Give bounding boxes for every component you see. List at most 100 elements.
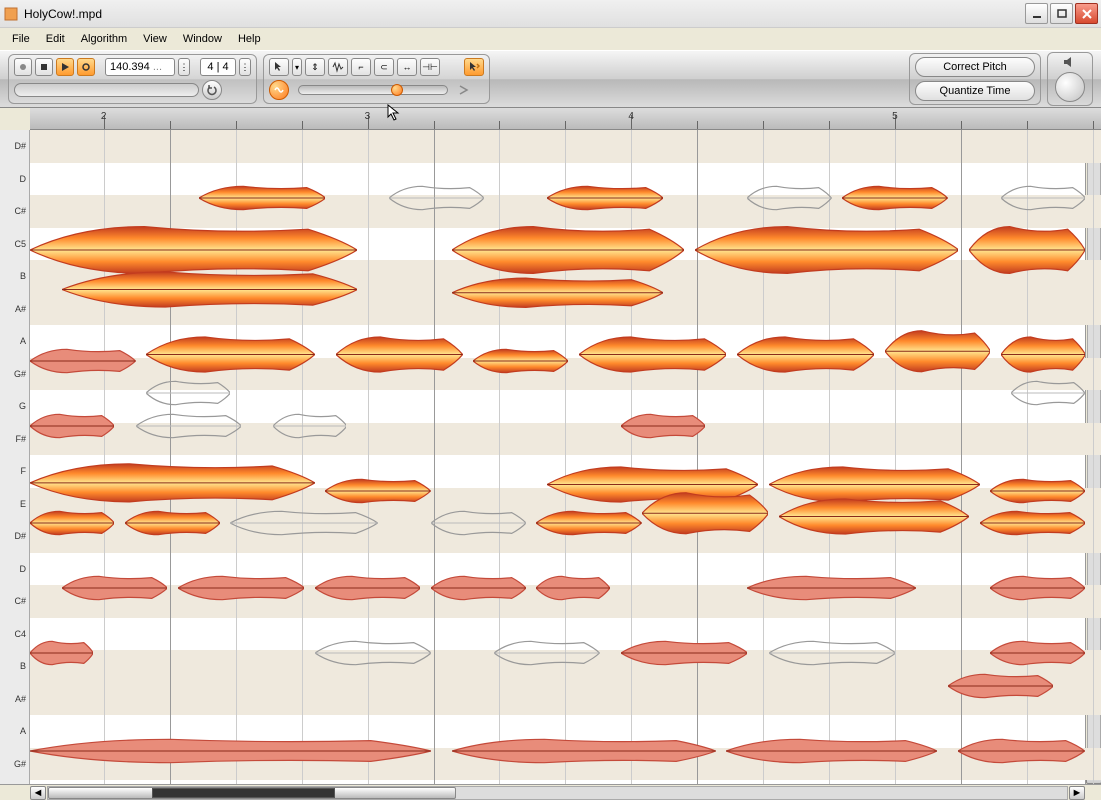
note-blob[interactable] [230, 523, 378, 549]
main-slider[interactable] [298, 85, 448, 95]
pitch-label: C# [14, 596, 26, 606]
note-blob[interactable] [747, 198, 831, 224]
main-slider-handle[interactable] [391, 84, 403, 96]
volume-group [1047, 52, 1093, 106]
note-blob[interactable] [452, 751, 716, 777]
pitch-tool[interactable]: ⇕ [305, 58, 325, 76]
note-blob[interactable] [30, 653, 93, 679]
menu-algorithm[interactable]: Algorithm [73, 31, 135, 47]
note-grid[interactable]: ▲ ▼ [30, 130, 1101, 784]
pointer-tool[interactable] [269, 58, 289, 76]
note-tool[interactable]: ⊂ [374, 58, 394, 76]
note-blob[interactable] [726, 751, 937, 777]
tempo-stepper[interactable]: ⋮ [178, 58, 190, 76]
note-blob[interactable] [199, 198, 326, 224]
note-blob[interactable] [30, 523, 114, 549]
note-blob[interactable] [30, 426, 114, 452]
overview-track[interactable] [47, 786, 1068, 800]
sub-tool-1[interactable]: ▾ [292, 58, 302, 76]
note-blob[interactable] [431, 588, 526, 614]
formant-tool[interactable]: ⌐ [351, 58, 371, 76]
pitch-label: D [20, 174, 27, 184]
volume-knob[interactable] [1055, 72, 1085, 102]
note-blob[interactable] [1001, 198, 1085, 224]
note-blob[interactable] [125, 523, 220, 549]
note-blob[interactable] [990, 588, 1085, 614]
record-button[interactable] [14, 58, 32, 76]
note-blob[interactable] [273, 426, 347, 452]
note-blob[interactable] [389, 198, 484, 224]
pitch-label: A [20, 726, 26, 736]
titlebar[interactable]: HolyCow!.mpd [0, 0, 1101, 28]
slider-end-icon [457, 83, 471, 97]
undo-button[interactable] [202, 80, 222, 100]
note-blob[interactable] [980, 523, 1086, 549]
note-blob[interactable] [547, 198, 663, 224]
scroll-right-button[interactable]: ► [1069, 786, 1085, 800]
mode-toggle[interactable] [269, 80, 289, 100]
menu-view[interactable]: View [135, 31, 175, 47]
note-blob[interactable] [178, 588, 305, 614]
note-blob[interactable] [621, 653, 748, 679]
note-blob[interactable] [431, 523, 526, 549]
quantize-time-button[interactable]: Quantize Time [915, 81, 1035, 101]
note-blob[interactable] [62, 289, 357, 328]
note-blob[interactable] [536, 588, 610, 614]
timing-tool[interactable]: ↔ [397, 58, 417, 76]
separation-tool[interactable]: ⊣⊢ [420, 58, 440, 76]
note-blob[interactable] [695, 250, 959, 302]
amplitude-tool[interactable] [328, 58, 348, 76]
note-blob[interactable] [494, 653, 600, 679]
note-blob[interactable] [769, 653, 896, 679]
undo-history-slider[interactable] [14, 83, 199, 97]
pitch-label: F# [15, 434, 26, 444]
horizontal-scrollbar[interactable]: ◄ ► [0, 784, 1101, 800]
menu-file[interactable]: File [4, 31, 38, 47]
menu-help[interactable]: Help [230, 31, 269, 47]
pitch-label: A# [15, 694, 26, 704]
note-blob[interactable] [747, 588, 916, 614]
note-blob[interactable] [948, 686, 1054, 712]
note-blob[interactable] [315, 588, 421, 614]
pitch-label: G# [14, 369, 26, 379]
note-blob[interactable] [1011, 393, 1085, 419]
close-button[interactable] [1075, 3, 1098, 24]
scroll-tool[interactable] [464, 58, 484, 76]
note-blob[interactable] [779, 517, 969, 556]
note-blob[interactable] [452, 293, 663, 326]
note-blob[interactable] [885, 351, 991, 397]
note-blob[interactable] [315, 653, 431, 679]
cycle-button[interactable] [77, 58, 95, 76]
correct-pitch-button[interactable]: Correct Pitch [915, 57, 1035, 77]
window-title: HolyCow!.mpd [24, 7, 1023, 21]
menu-window[interactable]: Window [175, 31, 230, 47]
play-button[interactable] [56, 58, 74, 76]
note-blob[interactable] [621, 426, 705, 452]
pitch-label: B [20, 661, 26, 671]
note-blob[interactable] [642, 514, 769, 560]
note-blob[interactable] [579, 354, 727, 393]
note-blob[interactable] [62, 588, 168, 614]
note-blob[interactable] [737, 354, 874, 393]
stop-button[interactable] [35, 58, 53, 76]
note-blob[interactable] [958, 751, 1085, 777]
scroll-left-button[interactable]: ◄ [30, 786, 46, 800]
note-blob[interactable] [30, 361, 136, 387]
tempo-input[interactable]: 140.394 ... [105, 58, 175, 76]
note-blob[interactable] [536, 523, 642, 549]
menu-edit[interactable]: Edit [38, 31, 73, 47]
sig-stepper[interactable]: ⋮ [239, 58, 251, 76]
pitch-label: D# [14, 141, 26, 151]
ruler-mark: 2 [101, 111, 107, 122]
note-blob[interactable] [969, 250, 1085, 302]
note-blob[interactable] [136, 426, 242, 452]
pitch-label: F [21, 466, 27, 476]
note-blob[interactable] [336, 354, 463, 393]
note-blob[interactable] [842, 198, 948, 224]
minimize-button[interactable] [1025, 3, 1048, 24]
note-blob[interactable] [30, 751, 431, 777]
time-ruler[interactable]: 2345 [30, 108, 1101, 130]
time-signature-input[interactable]: 4 | 4 [200, 58, 236, 76]
note-blob[interactable] [473, 361, 568, 387]
maximize-button[interactable] [1050, 3, 1073, 24]
